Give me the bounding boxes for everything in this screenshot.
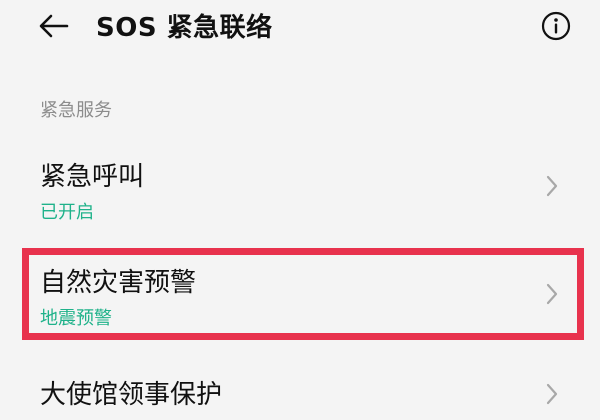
chevron-right-icon (542, 380, 562, 408)
arrow-left-icon (39, 14, 69, 42)
list-item-title: 大使馆领事保护 (40, 380, 223, 410)
list-item-emergency-call[interactable]: 紧急呼叫 已开启 (0, 150, 600, 232)
chevron-right-icon (542, 280, 562, 308)
section-header-emergency-services: 紧急服务 (40, 100, 112, 121)
back-button[interactable] (34, 10, 74, 46)
list-item-status: 已开启 (40, 202, 94, 223)
list-item-title: 紧急呼叫 (40, 162, 145, 192)
list-item-title: 自然灾害预警 (40, 268, 197, 298)
page-title: SOS 紧急联络 (96, 13, 273, 43)
top-app-bar: SOS 紧急联络 (0, 0, 600, 56)
list-item-natural-disaster-alert[interactable]: 自然灾害预警 地震预警 (0, 256, 600, 336)
chevron-right-icon (542, 172, 562, 200)
list-item-embassy-consular-protection[interactable]: 大使馆领事保护 (0, 362, 600, 420)
info-circle-icon (541, 11, 571, 45)
list-item-status: 地震预警 (40, 308, 112, 329)
info-button[interactable] (540, 11, 572, 45)
